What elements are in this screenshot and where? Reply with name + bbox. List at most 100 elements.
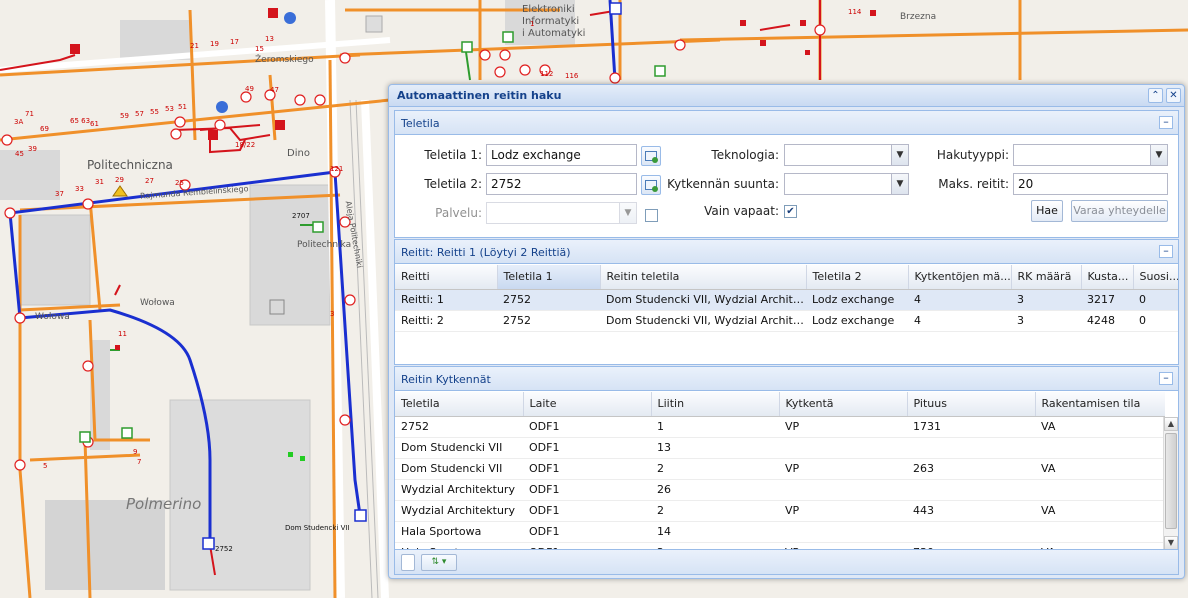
chevron-down-icon[interactable]: ▼	[619, 203, 636, 223]
hae-button[interactable]: Hae	[1031, 200, 1063, 222]
teletila1-field[interactable]: Lodz exchange	[486, 144, 637, 166]
connection-cell: 2	[651, 542, 779, 549]
map-address-number: 49	[245, 85, 254, 93]
teletila1-picker-button[interactable]	[641, 146, 661, 166]
routes-panel-header[interactable]: Reitit: Reitti 1 (Löytyi 2 Reittiä) –	[395, 240, 1178, 264]
connection-row[interactable]: Wydzial Architektury ODF1 26	[395, 479, 1165, 501]
route-column-header[interactable]: Kytkentöjen mä...	[908, 265, 1012, 290]
scroll-up-icon[interactable]: ▲	[1164, 417, 1178, 431]
palvelu-select[interactable]: ▼	[486, 202, 637, 224]
connection-row[interactable]: Hala SportowaODF12VP730VA	[395, 542, 1165, 549]
route-column-header[interactable]: Suosi...	[1133, 265, 1178, 290]
varaa-yhteydelle-button[interactable]: Varaa yhteydelle	[1071, 200, 1168, 222]
connection-cell: VA	[1035, 458, 1165, 480]
map-poi-label: Elektroniki	[522, 4, 575, 15]
chevron-down-icon[interactable]: ▼	[891, 145, 908, 165]
connection-row[interactable]: 2752 ODF1 1 VP 1731 VA	[395, 416, 1165, 438]
map-address-number: 39	[28, 145, 37, 153]
window-collapse-button[interactable]: ⌃	[1148, 88, 1163, 103]
route-row[interactable]: Reitti: 1 2752 Dom Studencki VII, Wydzial …	[395, 289, 1178, 311]
teletila2-picker-button[interactable]	[641, 175, 661, 195]
map-address-number: 29	[115, 176, 124, 184]
connection-row[interactable]: Dom Studencki VII ODF1 13	[395, 437, 1165, 459]
connection-column-header[interactable]: Teletila	[395, 392, 524, 417]
map-address-number: 5	[43, 462, 48, 470]
connection-cell: 13	[651, 437, 779, 459]
route-cell: Dom Studencki VII, Wydzial Architektu...	[600, 310, 806, 332]
window-header[interactable]: Automaattinen reitin haku ⌃ ✕	[389, 85, 1184, 107]
route-cell: Reitti: 2	[395, 310, 497, 332]
map-street-label: Żeromskiego	[255, 55, 314, 65]
map-address-number: 116	[565, 72, 579, 80]
map-address-number: 3	[330, 310, 335, 318]
connections-panel-header[interactable]: Reitin Kytkennät –	[395, 367, 1178, 391]
connection-column-header[interactable]: Rakentamisen tila	[1035, 392, 1165, 417]
connection-column-header[interactable]: Pituus	[907, 392, 1036, 417]
teletila-panel-collapse-button[interactable]: –	[1159, 116, 1173, 129]
hakutyyppi-select[interactable]: ▼	[1013, 144, 1168, 166]
map-address-number: 59	[120, 112, 129, 120]
route-cell: 3	[1011, 310, 1081, 332]
connection-cell: VP	[779, 416, 907, 438]
map-node-label: 2707	[292, 212, 310, 220]
route-cell: 3217	[1081, 289, 1133, 311]
route-cell: Lodz exchange	[806, 310, 908, 332]
route-column-header[interactable]: Teletila 1	[497, 265, 601, 290]
map-address-number: 31	[95, 178, 104, 186]
connections-panel-collapse-button[interactable]: –	[1159, 372, 1173, 385]
connection-cell: 263	[907, 458, 1035, 480]
routes-panel-collapse-button[interactable]: –	[1159, 245, 1173, 258]
connection-column-header[interactable]: Kytkentä	[779, 392, 908, 417]
map-address-number: 1	[530, 20, 535, 28]
connection-cell: VA	[1035, 542, 1165, 549]
vain-vapaat-checkbox[interactable]: ✔	[784, 205, 797, 218]
route-column-header[interactable]: Reitin teletila	[600, 265, 807, 290]
connection-column-header[interactable]: Laite	[523, 392, 652, 417]
route-cell: 3	[1011, 289, 1081, 311]
export-menu-icon[interactable]: ⇅ ▾	[421, 554, 457, 571]
connection-cell: VA	[1035, 416, 1165, 438]
map-street-label: Brzezna	[900, 12, 937, 22]
connection-row[interactable]: Wydzial Architektury ODF1 2 VP 443 VA	[395, 500, 1165, 522]
map-node-label: 2752	[215, 545, 233, 553]
connection-cell: ODF1	[523, 416, 651, 438]
connection-cell: VP	[779, 458, 907, 480]
chevron-down-icon[interactable]: ▼	[1150, 145, 1167, 165]
map-street-label: Politechniczna	[87, 158, 173, 172]
new-document-icon[interactable]	[401, 554, 415, 571]
window-close-button[interactable]: ✕	[1166, 88, 1181, 103]
connection-cell	[907, 479, 1035, 501]
connection-cell: Hala Sportowa	[395, 542, 523, 549]
route-cell: Reitti: 1	[395, 289, 497, 311]
teletila-panel-header[interactable]: Teletila –	[395, 111, 1178, 135]
connections-scrollbar[interactable]: ▲ ▼	[1163, 417, 1178, 549]
map-address-number: 21	[190, 42, 199, 50]
chevron-down-icon[interactable]: ▼	[891, 174, 908, 194]
connection-cell	[779, 521, 907, 543]
map-address-number: 47	[270, 86, 279, 94]
connection-row[interactable]: Hala Sportowa ODF1 14	[395, 521, 1165, 543]
map-address-number: 17	[230, 38, 239, 46]
connection-row[interactable]: Dom Studencki VII ODF1 2 VP 263 VA	[395, 458, 1165, 480]
connections-panel: Reitin Kytkennät – Teletila Laite Liitin Ky…	[394, 366, 1179, 550]
map-address-number: 15	[255, 45, 264, 53]
routes-panel: Reitit: Reitti 1 (Löytyi 2 Reittiä) – Re…	[394, 239, 1179, 365]
connection-cell: Dom Studencki VII	[395, 458, 523, 480]
teletila2-field[interactable]: 2752	[486, 173, 637, 195]
route-cell: 2752	[497, 289, 600, 311]
maks-reitit-field[interactable]: 20	[1013, 173, 1168, 195]
route-column-header[interactable]: Kusta...	[1081, 265, 1134, 290]
teknologia-select[interactable]: ▼	[784, 144, 909, 166]
route-row[interactable]: Reitti: 2 2752 Dom Studencki VII, Wydzial …	[395, 310, 1178, 332]
scroll-down-icon[interactable]: ▼	[1164, 536, 1178, 549]
route-column-header[interactable]: Reitti	[395, 265, 498, 290]
route-column-header[interactable]: RK määrä	[1011, 265, 1082, 290]
connection-cell: VP	[779, 542, 907, 549]
scrollbar-thumb[interactable]	[1165, 433, 1177, 529]
map-street-label: Wołowa	[140, 298, 175, 308]
connection-column-header[interactable]: Liitin	[651, 392, 780, 417]
connection-cell: Wydzial Architektury	[395, 479, 523, 501]
palvelu-checkbox[interactable]	[645, 209, 658, 222]
route-column-header[interactable]: Teletila 2	[806, 265, 909, 290]
kytkennan-suunta-select[interactable]: ▼	[784, 173, 909, 195]
